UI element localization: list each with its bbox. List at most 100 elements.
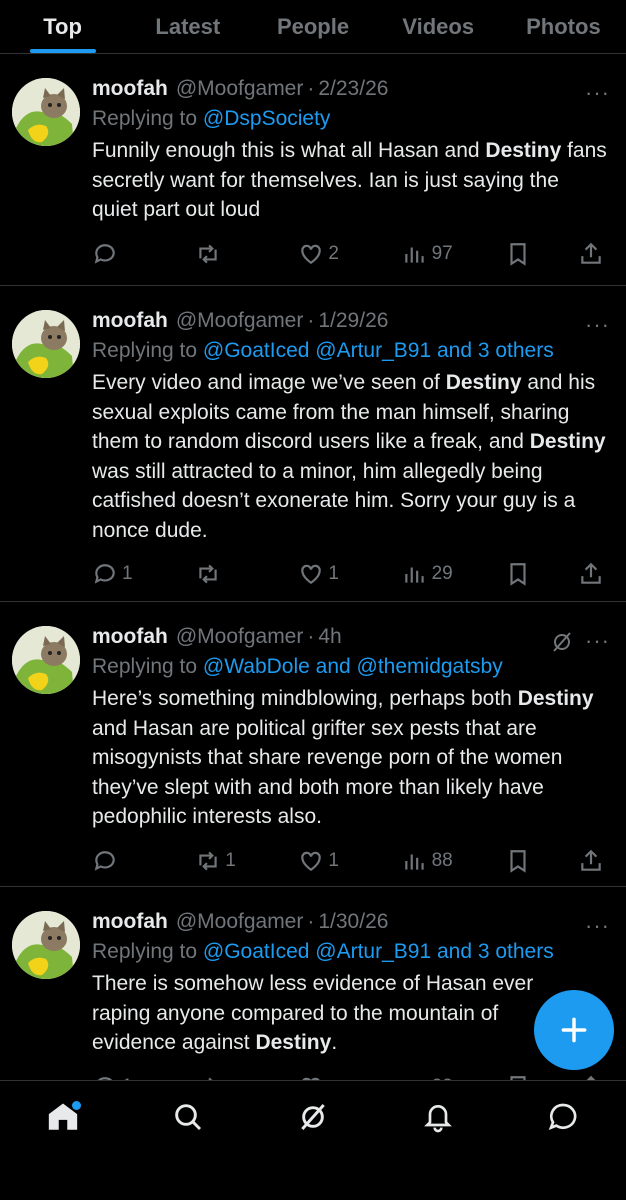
tab-top[interactable]: Top <box>0 0 125 53</box>
more-icon[interactable]: ··· <box>585 312 610 338</box>
grok-icon <box>301 1104 325 1130</box>
like-button[interactable]: 2 <box>298 241 358 267</box>
reply-icon <box>94 850 115 871</box>
tweet-date[interactable]: 1/29/26 <box>318 306 388 336</box>
share-button[interactable] <box>578 561 608 587</box>
share-button[interactable] <box>578 241 608 267</box>
tab-people-label: People <box>276 13 350 39</box>
replying-to-mentions[interactable]: @DspSociety <box>203 107 331 130</box>
user-handle[interactable]: @Moofgamer <box>176 74 304 104</box>
tab-people[interactable]: People <box>250 0 375 53</box>
tweet[interactable]: moofah @Moofgamer · 4h ··· Replying to @… <box>0 602 626 887</box>
avatar[interactable] <box>12 911 80 979</box>
replying-to-prefix: Replying to <box>92 940 203 963</box>
tweet-text: Here’s something mindblowing, perhaps bo… <box>92 684 608 832</box>
user-handle[interactable]: @Moofgamer <box>176 306 304 336</box>
grok-icon[interactable] <box>550 630 574 654</box>
more-icon[interactable]: ··· <box>585 628 610 654</box>
separator-dot: · <box>307 309 315 332</box>
tweet[interactable]: moofah @Moofgamer · 1/30/26 ··· Replying… <box>0 887 626 1080</box>
separator-dot: · <box>307 910 315 933</box>
compose-button[interactable] <box>534 990 614 1070</box>
replying-to-prefix: Replying to <box>92 107 203 130</box>
replying-to: Replying to @WabDole and @themidgatsby <box>92 652 608 682</box>
reply-icon <box>94 243 115 264</box>
like-count: 2 <box>328 242 339 264</box>
tweet-date[interactable]: 1/30/26 <box>318 907 388 937</box>
tweet-feed: moofah @Moofgamer · 2/23/26 ··· Replying… <box>0 54 626 1080</box>
replying-to-prefix: Replying to <box>92 339 203 362</box>
tab-photos-label: Photos <box>526 13 601 39</box>
share-icon <box>581 242 601 264</box>
repost-button[interactable] <box>195 241 255 267</box>
nav-messages[interactable] <box>533 1097 593 1137</box>
repost-icon <box>199 564 217 584</box>
user-handle[interactable]: @Moofgamer <box>176 622 304 652</box>
reply-button[interactable] <box>92 848 152 874</box>
display-name[interactable]: moofah <box>92 306 168 336</box>
text-part: . <box>331 1031 338 1054</box>
search-tabs: Top Latest People Videos Photos <box>0 0 626 54</box>
tab-videos[interactable]: Videos <box>376 0 501 53</box>
nav-search[interactable] <box>158 1097 218 1137</box>
user-handle[interactable]: @Moofgamer <box>176 907 304 937</box>
avatar[interactable] <box>12 78 80 146</box>
repost-icon <box>199 851 217 870</box>
views-button[interactable]: 29 <box>402 561 462 587</box>
replying-to: Replying to @GoatIced @Artur_B91 and 3 o… <box>92 937 608 967</box>
replying-to: Replying to @DspSociety <box>92 104 608 134</box>
text-part: Funnily enough this is what all Hasan an… <box>92 139 486 162</box>
tweet-date[interactable]: 4h <box>318 622 341 652</box>
views-button[interactable]: 97 <box>402 241 462 267</box>
reply-button[interactable]: 1 <box>92 561 152 587</box>
bookmark-icon <box>510 242 526 266</box>
tab-latest[interactable]: Latest <box>125 0 250 53</box>
bookmark-icon <box>510 849 526 873</box>
like-count: 1 <box>328 563 339 584</box>
text-highlight: Destiny <box>485 139 562 162</box>
repost-button[interactable]: 1 <box>195 848 255 874</box>
bookmark-button[interactable] <box>505 241 535 267</box>
tweet-header: moofah @Moofgamer · 1/30/26 <box>92 907 608 937</box>
share-icon <box>581 849 601 871</box>
like-count: 1 <box>328 849 339 871</box>
tab-photos[interactable]: Photos <box>501 0 626 53</box>
like-icon <box>301 244 322 264</box>
replying-to-mentions[interactable]: @GoatIced @Artur_B91 and 3 others <box>203 339 554 362</box>
replying-to-mentions[interactable]: @WabDole and @themidgatsby <box>203 655 503 678</box>
nav-grok[interactable] <box>283 1097 343 1137</box>
tweet-date[interactable]: 2/23/26 <box>318 74 388 104</box>
nav-notifications[interactable] <box>408 1097 468 1137</box>
display-name[interactable]: moofah <box>92 74 168 104</box>
text-highlight: Destiny <box>517 687 594 710</box>
text-part: and Hasan are political grifter sex pest… <box>92 716 563 829</box>
more-icon[interactable]: ··· <box>585 80 610 106</box>
text-part: was still attracted to a minor, him alle… <box>92 459 576 542</box>
share-button[interactable] <box>578 848 608 874</box>
repost-button[interactable] <box>195 561 255 587</box>
text-part: Here’s something mindblowing, perhaps bo… <box>92 687 518 710</box>
avatar[interactable] <box>12 626 80 694</box>
text-highlight: Destiny <box>445 371 522 394</box>
reply-button[interactable] <box>92 241 152 267</box>
replying-to-mentions[interactable]: @GoatIced @Artur_B91 and 3 others <box>203 940 554 963</box>
text-highlight: Destiny <box>529 430 606 453</box>
tab-top-label: Top <box>43 13 82 39</box>
tweet[interactable]: moofah @Moofgamer · 1/29/26 ··· Replying… <box>0 286 626 602</box>
like-button[interactable]: 1 <box>298 561 358 587</box>
avatar[interactable] <box>12 310 80 378</box>
display-name[interactable]: moofah <box>92 622 168 652</box>
tweet-text: There is somehow less evidence of Hasan … <box>92 969 608 1058</box>
notification-dot <box>71 1101 81 1110</box>
bookmark-button[interactable] <box>505 561 535 587</box>
more-icon[interactable]: ··· <box>585 913 610 939</box>
views-button[interactable]: 88 <box>402 848 462 874</box>
tweet[interactable]: moofah @Moofgamer · 2/23/26 ··· Replying… <box>0 54 626 286</box>
display-name[interactable]: moofah <box>92 907 168 937</box>
nav-home[interactable] <box>33 1097 93 1137</box>
views-icon <box>404 854 424 870</box>
bookmark-button[interactable] <box>505 848 535 874</box>
like-button[interactable]: 1 <box>298 848 358 874</box>
like-icon <box>301 564 322 584</box>
views-icon <box>404 567 424 583</box>
